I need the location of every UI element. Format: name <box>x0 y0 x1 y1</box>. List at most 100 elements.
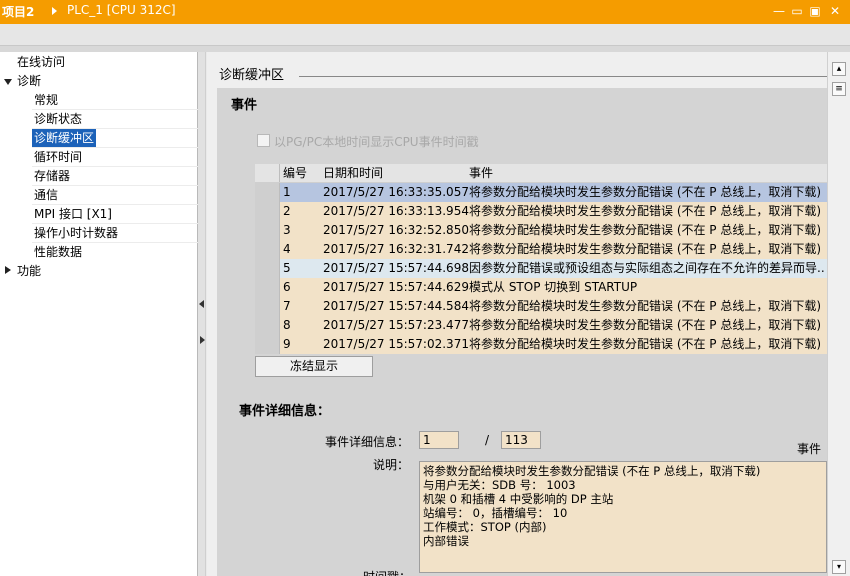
project-title: 项目2 <box>2 5 35 19</box>
device-title: PLC_1 [CPU 312C] <box>67 3 176 17</box>
cell-number: 1 <box>283 185 291 199</box>
event-details-heading: 事件详细信息： <box>239 404 331 419</box>
nav-diagnostics[interactable]: 诊断 <box>17 72 41 90</box>
scroll-down-icon[interactable]: ▾ <box>832 560 846 574</box>
nav-cycle-time[interactable]: 循环时间 <box>34 148 82 166</box>
table-row[interactable]: 5 2017/5/27 15:57:44.698 因参数分配错误或预设组态与实际… <box>255 259 827 278</box>
cell-number: 5 <box>283 261 291 275</box>
table-row[interactable]: 1 2017/5/27 16:33:35.057 将参数分配给模块时发生参数分配… <box>255 183 827 202</box>
table-row[interactable]: 6 2017/5/27 15:57:44.629 模式从 STOP 切换到 ST… <box>255 278 827 297</box>
table-row[interactable]: 8 2017/5/27 15:57:23.477 将参数分配给模块时发生参数分配… <box>255 316 827 335</box>
table-row[interactable]: 3 2017/5/27 16:32:52.850 将参数分配给模块时发生参数分配… <box>255 221 827 240</box>
nav-operating-hours-counter[interactable]: 操作小时计数器 <box>34 224 118 242</box>
table-row[interactable]: 4 2017/5/27 16:32:31.742 将参数分配给模块时发生参数分配… <box>255 240 827 259</box>
section-divider <box>299 76 827 77</box>
freeze-display-button[interactable]: 冻结显示 <box>255 356 373 377</box>
cell-number: 8 <box>283 318 291 332</box>
table-row[interactable]: 9 2017/5/27 15:57:02.371 将参数分配给模块时发生参数分配… <box>255 335 827 354</box>
maximize-icon[interactable]: ▣ <box>808 4 822 18</box>
cell-datetime: 2017/5/27 15:57:23.477 <box>323 318 469 332</box>
description-line: 工作模式：STOP (内部) <box>423 520 547 534</box>
col-header-event[interactable]: 事件 <box>469 164 825 182</box>
cell-number: 9 <box>283 337 291 351</box>
collapse-left-icon[interactable] <box>199 300 204 308</box>
description-line: 站编号： 0，插槽编号： 10 <box>423 506 568 520</box>
row-selector[interactable] <box>255 278 280 297</box>
cell-datetime: 2017/5/27 16:32:52.850 <box>323 223 469 237</box>
diagnostic-buffer-panel: 事件 以PG/PC本地时间显示CPU事件时间戳 编号 日期和时间 事件 1 20… <box>217 88 827 576</box>
cell-event: 将参数分配给模块时发生参数分配错误 (不在 P 总线上，取消下载) <box>469 242 822 256</box>
section-title: 诊断缓冲区 <box>219 68 285 83</box>
cell-datetime: 2017/5/27 15:57:44.629 <box>323 280 469 294</box>
nav-mpi-interface[interactable]: MPI 接口 [X1] <box>34 205 112 223</box>
minimize-icon[interactable]: — <box>772 4 786 18</box>
description-box: 将参数分配给模块时发生参数分配错误 (不在 P 总线上，取消下载) 与用户无关：… <box>419 461 827 573</box>
cell-event: 将参数分配给模块时发生参数分配错误 (不在 P 总线上，取消下载) <box>469 318 822 332</box>
close-icon[interactable]: ✕ <box>828 4 842 18</box>
cell-event: 将参数分配给模块时发生参数分配错误 (不在 P 总线上，取消下载) <box>469 337 822 351</box>
cell-datetime: 2017/5/27 15:57:44.698 <box>323 261 469 275</box>
row-selector[interactable] <box>255 297 280 316</box>
event-column-label: 事件 <box>797 442 822 456</box>
row-selector[interactable] <box>255 316 280 335</box>
vertical-scrollbar[interactable]: ▴ ≡ ▾ <box>827 52 850 576</box>
scroll-up-icon[interactable]: ▴ <box>832 62 846 76</box>
panel-splitter[interactable] <box>198 52 206 576</box>
row-selector[interactable] <box>255 335 280 354</box>
nav-diagnostic-status[interactable]: 诊断状态 <box>34 110 82 128</box>
description-line: 机架 0 和插槽 4 中受影响的 DP 主站 <box>423 492 614 506</box>
row-selector[interactable] <box>255 259 280 278</box>
title-bar: 项目2 PLC_1 [CPU 312C] — ▭ ▣ ✕ <box>0 0 850 24</box>
expand-diagnostics-icon[interactable] <box>4 79 12 85</box>
local-time-checkbox-label: 以PG/PC本地时间显示CPU事件时间戳 <box>274 135 479 149</box>
restore-icon[interactable]: ▭ <box>790 4 804 18</box>
scroll-menu-icon[interactable]: ≡ <box>832 82 846 96</box>
navigation-panel: 在线访问 诊断 常规 诊断状态 诊断缓冲区 循环时间 存储器 通信 MPI 接口… <box>0 52 198 576</box>
row-selector[interactable] <box>255 183 280 202</box>
col-header-datetime[interactable]: 日期和时间 <box>323 164 469 182</box>
nav-performance-data[interactable]: 性能数据 <box>34 243 82 261</box>
events-heading: 事件 <box>231 98 258 113</box>
cell-number: 3 <box>283 223 291 237</box>
table-row[interactable]: 7 2017/5/27 15:57:44.584 将参数分配给模块时发生参数分配… <box>255 297 827 316</box>
table-row[interactable]: 2 2017/5/27 16:33:13.954 将参数分配给模块时发生参数分配… <box>255 202 827 221</box>
description-line: 内部错误 <box>423 534 469 548</box>
description-line: 与用户无关：SDB 号： 1003 <box>423 478 576 492</box>
nav-communication[interactable]: 通信 <box>34 186 58 204</box>
cell-event: 因参数分配错误或预设组态与实际组态之间存在不允许的差异而导... <box>469 261 825 275</box>
cell-datetime: 2017/5/27 15:57:02.371 <box>323 337 469 351</box>
nav-general[interactable]: 常规 <box>34 91 58 109</box>
row-selector[interactable] <box>255 202 280 221</box>
col-header-number[interactable]: 编号 <box>283 164 321 182</box>
cell-number: 2 <box>283 204 291 218</box>
timestamp-label: 时间戳： <box>363 568 411 576</box>
expand-functions-icon[interactable] <box>5 266 11 274</box>
cell-datetime: 2017/5/27 16:32:31.742 <box>323 242 469 256</box>
nav-diagnostic-buffer[interactable]: 诊断缓冲区 <box>32 129 97 147</box>
cell-datetime: 2017/5/27 16:33:13.954 <box>323 204 469 218</box>
cell-datetime: 2017/5/27 15:57:44.584 <box>323 299 469 313</box>
header-corner <box>255 164 280 182</box>
nav-memory[interactable]: 存储器 <box>34 167 70 185</box>
nav-functions[interactable]: 功能 <box>17 262 41 280</box>
event-details-label: 事件详细信息： <box>325 435 410 449</box>
row-selector[interactable] <box>255 240 280 259</box>
current-event-field[interactable]: 1 <box>419 431 459 449</box>
cell-event: 将参数分配给模块时发生参数分配错误 (不在 P 总线上，取消下载) <box>469 299 822 313</box>
expand-right-icon[interactable] <box>200 336 205 344</box>
cell-event: 将参数分配给模块时发生参数分配错误 (不在 P 总线上，取消下载) <box>469 185 822 199</box>
table-header: 编号 日期和时间 事件 <box>255 164 827 183</box>
total-events-field: 113 <box>501 431 541 449</box>
cell-number: 4 <box>283 242 291 256</box>
cell-event: 将参数分配给模块时发生参数分配错误 (不在 P 总线上，取消下载) <box>469 223 822 237</box>
event-count-separator: / <box>485 433 490 447</box>
cell-number: 7 <box>283 299 291 313</box>
row-selector[interactable] <box>255 221 280 240</box>
local-time-checkbox[interactable] <box>257 134 270 147</box>
breadcrumb-arrow-icon <box>52 7 57 15</box>
toolbar-area <box>0 24 850 46</box>
description-line: 将参数分配给模块时发生参数分配错误 (不在 P 总线上，取消下载) <box>423 464 761 478</box>
cell-number: 6 <box>283 280 291 294</box>
main-content: 诊断缓冲区 事件 以PG/PC本地时间显示CPU事件时间戳 编号 日期和时间 事… <box>207 52 827 576</box>
nav-online-access[interactable]: 在线访问 <box>17 53 65 71</box>
